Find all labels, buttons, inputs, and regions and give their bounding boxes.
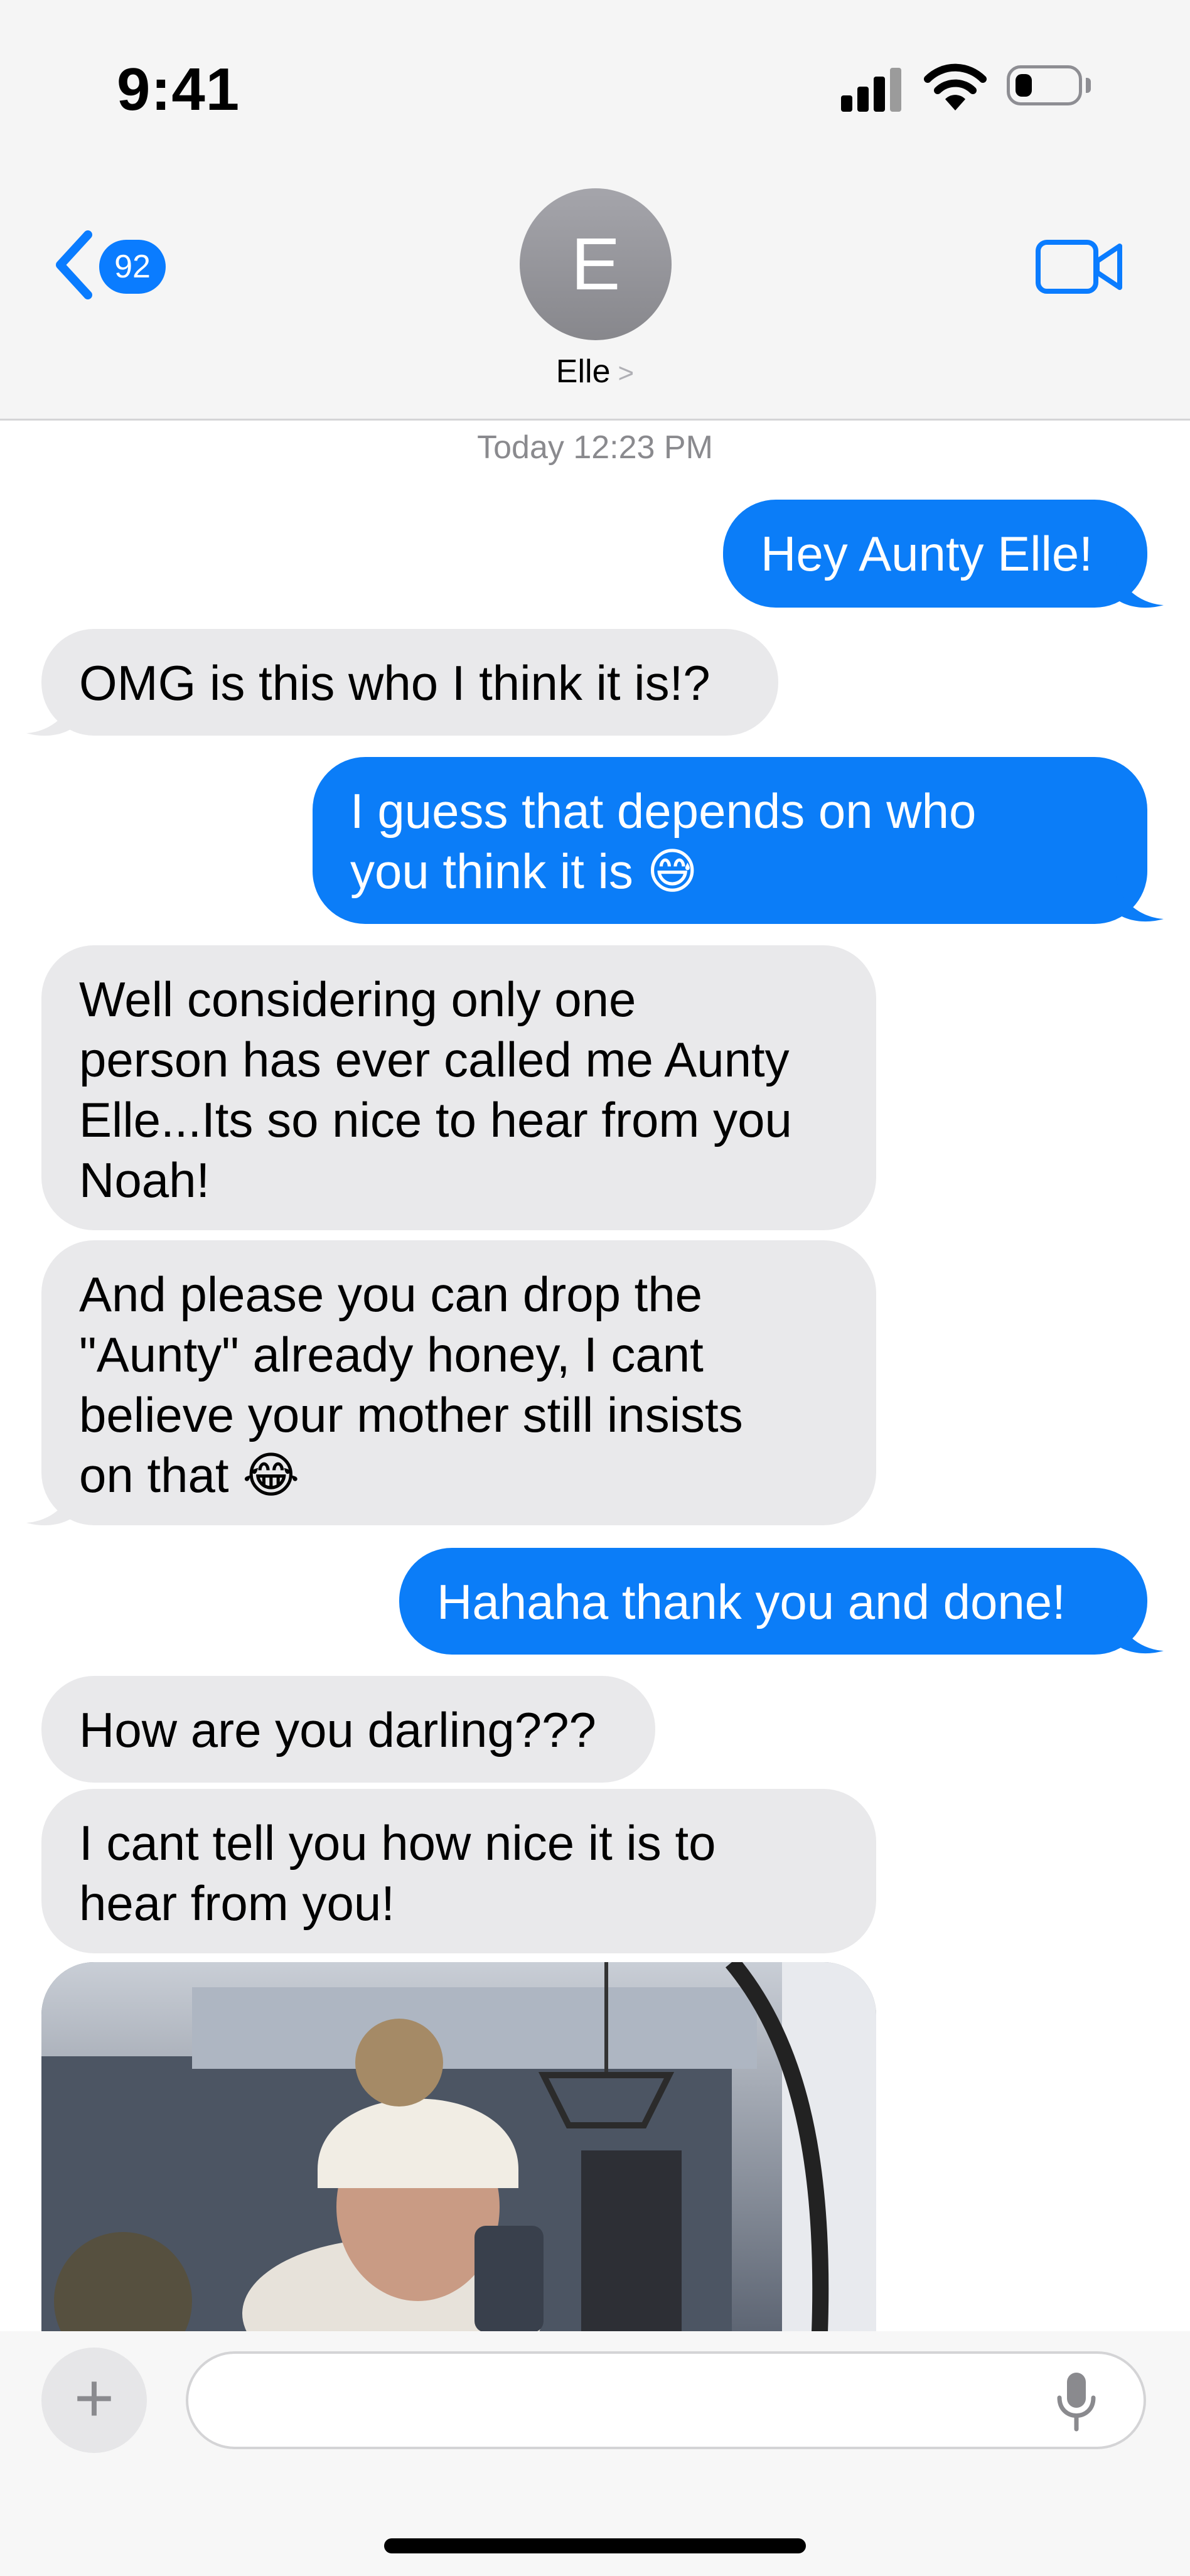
unread-count-badge[interactable]: 92 bbox=[99, 240, 166, 294]
conversation-timestamp: Today 12:23 PM bbox=[477, 429, 713, 466]
bubble-tail bbox=[1116, 562, 1164, 608]
message-line: Well considering only one bbox=[79, 972, 636, 1027]
message-line: Elle...Its so nice to hear from you bbox=[79, 1092, 792, 1147]
bubble-tail bbox=[26, 1480, 74, 1526]
message-line: hear from you! bbox=[79, 1876, 395, 1931]
message-text: How are you darling??? bbox=[79, 1702, 596, 1758]
message-text: Hey Aunty Elle! bbox=[761, 526, 1093, 581]
message-bubble-sent[interactable]: I guess that depends on who you think it… bbox=[313, 757, 1147, 924]
wifi-icon bbox=[924, 63, 987, 110]
contact-avatar[interactable]: E bbox=[520, 188, 672, 340]
microphone-icon[interactable] bbox=[1054, 2370, 1098, 2433]
plus-button[interactable]: + bbox=[41, 2348, 147, 2453]
back-chevron-icon[interactable] bbox=[49, 227, 99, 303]
home-indicator[interactable] bbox=[384, 2538, 806, 2553]
nav-header: 9:41 92 E Elle > bbox=[0, 0, 1190, 421]
message-line: believe your mother still insists bbox=[79, 1387, 743, 1442]
contact-name-row[interactable]: Elle > bbox=[0, 353, 1190, 390]
message-input[interactable] bbox=[186, 2351, 1146, 2449]
message-text: OMG is this who I think it is!? bbox=[79, 655, 710, 711]
message-bubble-received[interactable]: How are you darling??? bbox=[41, 1676, 655, 1783]
message-bubble-received[interactable]: I cant tell you how nice it is to hear f… bbox=[41, 1789, 876, 1953]
message-line: I cant tell you how nice it is to bbox=[79, 1815, 716, 1870]
bubble-tail bbox=[1116, 876, 1164, 922]
status-time: 9:41 bbox=[117, 56, 240, 123]
message-line: you think it is 😅 bbox=[350, 844, 698, 899]
photo-attachment[interactable] bbox=[41, 1962, 876, 2332]
message-bubble-sent[interactable]: Hey Aunty Elle! bbox=[723, 500, 1147, 608]
message-bubble-received[interactable]: Well considering only one person has eve… bbox=[41, 945, 876, 1230]
video-camera-icon[interactable] bbox=[1036, 239, 1123, 295]
message-line: on that 😂 bbox=[79, 1447, 300, 1503]
signal-icon bbox=[841, 68, 904, 112]
photo-image bbox=[41, 1962, 876, 2332]
message-bubble-received[interactable]: OMG is this who I think it is!? bbox=[41, 629, 778, 736]
bubble-tail bbox=[1116, 1608, 1164, 1654]
contact-name: Elle bbox=[555, 353, 611, 390]
message-text: Hahaha thank you and done! bbox=[437, 1574, 1066, 1629]
message-bubble-sent[interactable]: Hahaha thank you and done! bbox=[399, 1548, 1147, 1655]
bubble-tail bbox=[26, 690, 74, 736]
message-bubble-received[interactable]: And please you can drop the "Aunty" alre… bbox=[41, 1240, 876, 1525]
contact-chevron-icon: > bbox=[618, 358, 635, 389]
message-line: person has ever called me Aunty bbox=[79, 1032, 790, 1087]
message-line: I guess that depends on who bbox=[350, 783, 977, 839]
message-line: "Aunty" already honey, I cant bbox=[79, 1327, 704, 1382]
battery-icon bbox=[1007, 65, 1082, 105]
battery-nub bbox=[1086, 78, 1091, 93]
message-line: And please you can drop the bbox=[79, 1267, 703, 1322]
message-line: Noah! bbox=[79, 1152, 210, 1208]
